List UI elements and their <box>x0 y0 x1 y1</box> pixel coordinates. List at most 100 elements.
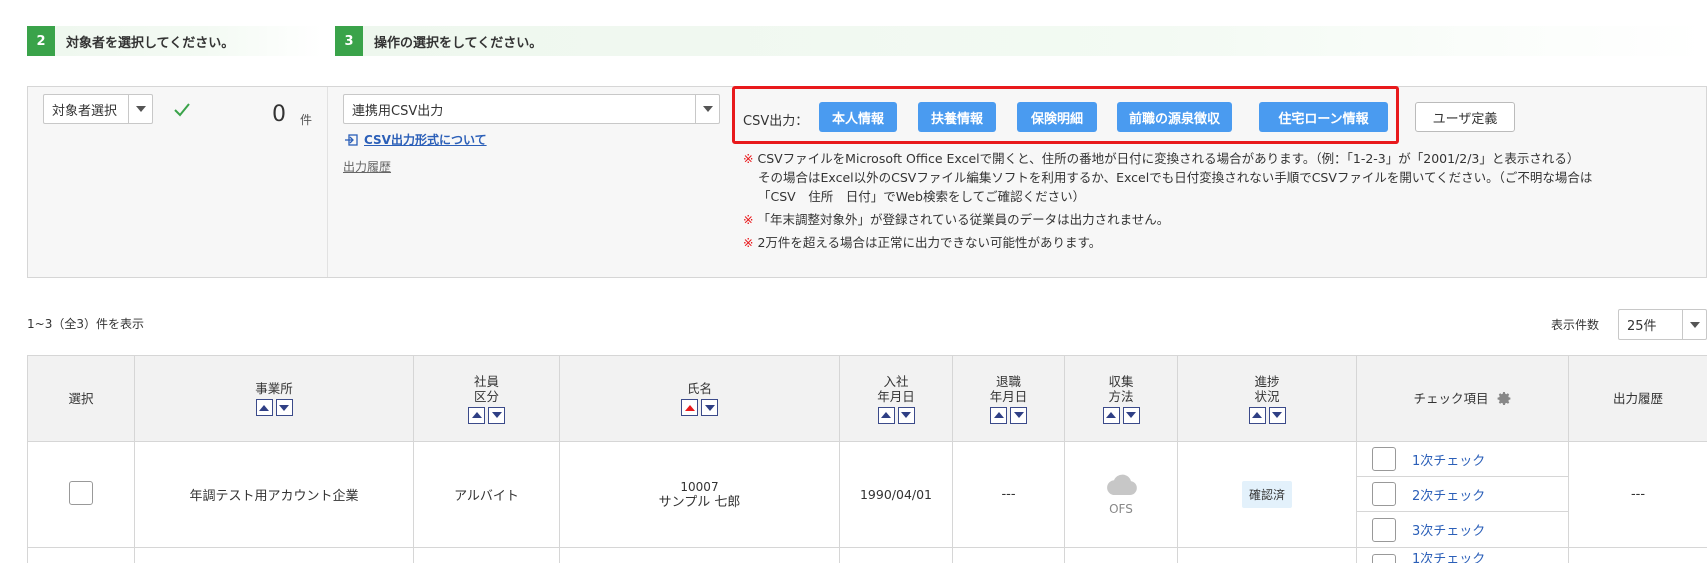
csv-format-link[interactable]: CSV出力形式について <box>344 131 487 148</box>
header-label: 入社 <box>883 373 909 389</box>
note-excel-line2: その場合はExcel以外のCSVファイル編集ソフトを利用するか、Excelでも日… <box>758 170 1593 185</box>
header-label: 年月日 <box>877 388 915 404</box>
status-badge: 確認済 <box>1241 481 1292 508</box>
progress-cell: 確認済 <box>1177 441 1357 548</box>
operation-select[interactable]: 連携用CSV出力 <box>343 94 720 124</box>
sort-asc-button[interactable] <box>990 406 1007 424</box>
check-row-3: 3次チェック <box>1357 512 1568 547</box>
per-page-select[interactable]: 25件 <box>1618 309 1707 340</box>
sort-desc-button[interactable] <box>1122 406 1140 424</box>
collect-method-cell: OFS <box>1064 441 1178 548</box>
sort-asc-button[interactable] <box>255 399 273 416</box>
join-date-cell <box>839 547 953 563</box>
csv-personal-info-button[interactable]: 本人情報 <box>819 102 897 132</box>
sort-asc-button[interactable] <box>1248 406 1266 424</box>
row-select-cell <box>27 441 135 548</box>
gear-icon[interactable] <box>1497 391 1512 406</box>
chevron-down-icon[interactable] <box>128 95 152 123</box>
col-name: 氏名 <box>559 355 840 442</box>
note-text: CSVファイルをMicrosoft Office Excelで開くと、住所の番地… <box>757 151 1580 166</box>
step-number: 3 <box>335 26 363 56</box>
check-label[interactable]: 3次チェック <box>1412 520 1485 539</box>
header-label: 収集 <box>1108 373 1134 389</box>
leave-date-cell <box>952 547 1065 563</box>
col-check-items: チェック項目 <box>1356 355 1569 442</box>
col-progress: 進捗 状況 <box>1177 355 1357 442</box>
col-employee-type: 社員 区分 <box>413 355 560 442</box>
per-page-value: 25件 <box>1627 319 1657 334</box>
chevron-down-icon[interactable] <box>695 95 719 123</box>
check-items-cell: 1次チェック <box>1356 547 1569 563</box>
sort-asc-button[interactable] <box>877 406 895 424</box>
step-title: 対象者を選択してください。 <box>66 35 235 51</box>
join-date-cell: 1990/04/01 <box>839 441 953 548</box>
chevron-down-icon[interactable] <box>1682 310 1706 339</box>
check-items-cell: 1次チェック 2次チェック 3次チェック <box>1356 441 1569 548</box>
sort-desc-button[interactable] <box>897 406 915 424</box>
sort-desc-button[interactable] <box>1010 406 1027 424</box>
output-history-cell <box>1568 547 1707 563</box>
operation-select-value: 連携用CSV出力 <box>352 103 444 119</box>
header-label: 社員 <box>473 373 499 389</box>
row-select-cell <box>27 547 135 563</box>
sort-asc-button-active[interactable] <box>681 399 698 416</box>
header-label: 進捗 <box>1254 373 1280 389</box>
col-output-history: 出力履歴 <box>1568 355 1707 442</box>
progress-cell <box>1177 547 1357 563</box>
note-excel-line1: ※ CSVファイルをMicrosoft Office Excelで開くと、住所の… <box>743 148 1579 167</box>
note-mark: ※ <box>743 151 754 166</box>
header-label: 状況 <box>1254 388 1280 404</box>
cloud-icon <box>1107 474 1137 495</box>
employee-type-cell: アルバイト <box>413 441 560 548</box>
sort-desc-button[interactable] <box>488 406 505 424</box>
step-number: 2 <box>27 26 55 56</box>
office-cell <box>134 547 414 563</box>
row-checkbox[interactable] <box>69 480 93 505</box>
sort-desc-button[interactable] <box>1268 406 1286 424</box>
target-select-value: 対象者選択 <box>52 103 118 119</box>
target-section: 対象者選択 0 件 <box>28 87 328 277</box>
check-row-1: 1次チェック <box>1357 548 1568 563</box>
table-row: 年調テスト用アカウント企業 アルバイト 10007 サンプル 七郎 1990/0… <box>27 441 1707 548</box>
note-text: 2万件を超える場合は正常に出力できない可能性があります。 <box>757 235 1102 250</box>
csv-previous-job-withholding-button[interactable]: 前職の源泉徴収 <box>1117 102 1232 132</box>
per-page-label: 表示件数 <box>1551 318 1600 332</box>
col-select: 選択 <box>27 355 135 442</box>
output-history-link[interactable]: 出力履歴 <box>343 158 391 175</box>
name-cell <box>559 547 840 563</box>
collect-method-cell <box>1064 547 1178 563</box>
checkmark-icon <box>174 103 190 117</box>
table-row: 1次チェック <box>27 547 1707 563</box>
col-office: 事業所 <box>134 355 414 442</box>
step-3-header: 3 操作の選択をしてください。 <box>335 26 1707 56</box>
user-defined-button[interactable]: ユーザ定義 <box>1415 102 1515 132</box>
check-checkbox[interactable] <box>1372 517 1396 542</box>
table-header-row: 選択 事業所 社員 区分 氏名 入社 年月日 退職 年月日 収集 方法 進捗 状… <box>27 355 1707 442</box>
col-collect-method: 収集 方法 <box>1064 355 1178 442</box>
check-checkbox[interactable] <box>1372 554 1396 563</box>
csv-insurance-details-button[interactable]: 保険明細 <box>1017 102 1097 132</box>
employee-type-cell <box>413 547 560 563</box>
check-label[interactable]: 1次チェック <box>1412 450 1485 469</box>
header-label: 区分 <box>473 388 499 404</box>
check-label[interactable]: 1次チェック <box>1412 548 1485 563</box>
check-checkbox[interactable] <box>1372 447 1396 471</box>
csv-dependent-info-button[interactable]: 扶養情報 <box>918 102 996 132</box>
target-select[interactable]: 対象者選択 <box>43 94 153 124</box>
name-cell: 10007 サンプル 七郎 <box>559 441 840 548</box>
check-row-2: 2次チェック <box>1357 477 1568 512</box>
check-checkbox[interactable] <box>1372 482 1396 506</box>
sort-desc-button[interactable] <box>275 399 293 416</box>
note-mark: ※ <box>743 212 754 227</box>
employee-name: サンプル 七郎 <box>658 494 741 510</box>
check-label[interactable]: 2次チェック <box>1412 485 1485 504</box>
external-link-icon <box>345 133 358 146</box>
sort-desc-button[interactable] <box>701 399 718 416</box>
csv-housing-loan-button[interactable]: 住宅ローン情報 <box>1259 102 1388 132</box>
sort-asc-button[interactable] <box>1102 406 1120 424</box>
output-history-cell: --- <box>1568 441 1707 548</box>
employee-number: 10007 <box>680 479 719 494</box>
sort-asc-button[interactable] <box>468 406 485 424</box>
header-label: 年月日 <box>989 388 1028 404</box>
note-excluded: ※ 「年末調整対象外」が登録されている従業員のデータは出力されません。 <box>743 209 1169 228</box>
